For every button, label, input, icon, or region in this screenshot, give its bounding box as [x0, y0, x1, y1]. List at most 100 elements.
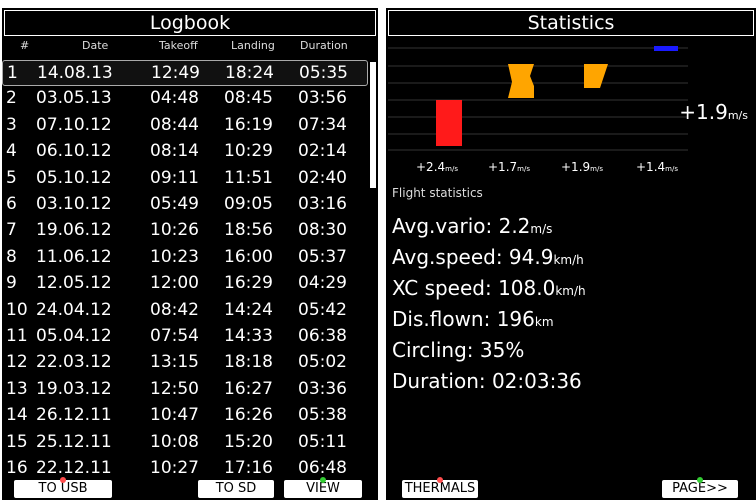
cell-duration: 06:48 — [298, 458, 347, 478]
cell-date: 05.04.12 — [36, 326, 112, 346]
flight-statistics-heading: Flight statistics — [392, 186, 483, 200]
cell-n: 6 — [6, 194, 17, 214]
cell-landing: 16:29 — [224, 273, 273, 294]
table-row[interactable]: 4 06.10.12 08:14 10:29 02:14 — [2, 139, 368, 165]
cell-takeoff: 05:49 — [150, 194, 199, 214]
cell-date: 14.08.13 — [37, 63, 113, 83]
cell-takeoff: 13:15 — [150, 352, 199, 373]
page-button[interactable]: PAGE>> — [662, 477, 738, 498]
cell-n: 7 — [6, 220, 17, 241]
bar-label-2: +1.7m/s — [488, 160, 530, 174]
cell-n: 11 — [6, 326, 28, 346]
cell-n: 4 — [6, 141, 17, 162]
button-indicator — [320, 477, 326, 483]
cell-date: 22.03.12 — [36, 352, 112, 373]
cell-date: 22.12.11 — [36, 458, 112, 478]
cell-date: 05.10.12 — [36, 167, 112, 188]
view-button[interactable]: VIEW — [284, 477, 362, 498]
cell-landing: 14:33 — [224, 326, 273, 346]
cell-takeoff: 08:14 — [150, 141, 199, 162]
cell-landing: 14:24 — [224, 299, 273, 320]
cell-n: 9 — [6, 273, 17, 294]
table-row[interactable]: 6 03.10.12 05:49 09:05 03:16 — [2, 192, 368, 218]
avg-vario: Avg.vario: 2.2m/s — [392, 214, 553, 238]
cell-takeoff: 09:11 — [150, 167, 199, 188]
cell-duration: 07:34 — [298, 114, 347, 135]
cell-date: 24.04.12 — [36, 299, 112, 320]
to-sd-button[interactable]: TO SD — [198, 480, 274, 498]
cell-n: 15 — [6, 431, 28, 452]
current-vario: +1.9m/s — [679, 100, 748, 124]
cell-duration: 03:56 — [298, 88, 347, 109]
cell-duration: 02:40 — [298, 167, 347, 188]
table-row[interactable]: 11 05.04.12 07:54 14:33 06:38 — [2, 324, 368, 350]
table-row[interactable]: 12 22.03.12 13:15 18:18 05:02 — [2, 350, 368, 376]
duration: Duration: 02:03:36 — [392, 369, 582, 393]
bar-label-4: +1.4m/s — [636, 160, 678, 174]
table-row[interactable]: 14 26.12.11 10:47 16:26 05:38 — [2, 403, 368, 429]
cell-n: 13 — [6, 378, 28, 399]
cell-date: 06.10.12 — [36, 141, 112, 162]
cell-date: 03.05.13 — [36, 88, 112, 109]
button-indicator — [437, 477, 443, 483]
cell-takeoff: 12:00 — [150, 273, 199, 294]
cell-date: 19.03.12 — [36, 378, 112, 399]
cell-duration: 08:30 — [298, 220, 347, 241]
to-usb-button[interactable]: TO USB — [14, 477, 112, 498]
cell-n: 12 — [6, 352, 28, 373]
thermal-chart — [388, 46, 688, 151]
table-row[interactable]: 2 03.05.13 04:48 08:45 03:56 — [2, 86, 368, 112]
cell-takeoff: 08:42 — [150, 299, 199, 320]
table-row[interactable]: 7 19.06.12 10:26 18:56 08:30 — [2, 218, 368, 244]
cell-duration: 02:14 — [298, 141, 347, 162]
cell-landing: 18:18 — [224, 352, 273, 373]
col-date: Date — [82, 39, 109, 52]
cell-n: 5 — [6, 167, 17, 188]
cell-takeoff: 07:54 — [150, 326, 199, 346]
col-landing: Landing — [231, 39, 275, 52]
col-number: # — [20, 39, 30, 52]
cell-n: 2 — [6, 88, 17, 109]
climb-bar-4 — [654, 46, 678, 51]
cell-landing: 11:51 — [224, 167, 273, 188]
table-row[interactable]: 3 07.10.12 08:44 16:19 07:34 — [2, 113, 368, 139]
cell-takeoff: 12:49 — [151, 63, 200, 83]
grid-lines — [388, 47, 688, 151]
scrollbar[interactable] — [370, 62, 376, 188]
bar-labels: +2.4m/s +1.7m/s +1.9m/s +1.4m/s — [386, 160, 686, 176]
cell-n: 10 — [6, 299, 28, 320]
climb-bar-3 — [584, 64, 608, 88]
table-row[interactable]: 15 25.12.11 10:08 15:20 05:11 — [2, 430, 368, 456]
cell-n: 14 — [6, 405, 28, 426]
cell-landing: 16:00 — [224, 246, 273, 267]
cell-n: 1 — [7, 63, 18, 83]
col-takeoff: Takeoff — [159, 39, 198, 52]
cell-date: 26.12.11 — [36, 405, 112, 426]
circling: Circling: 35% — [392, 338, 525, 362]
table-row[interactable]: 5 05.10.12 09:11 11:51 02:40 — [2, 166, 368, 192]
table-row[interactable]: 10 24.04.12 08:42 14:24 05:42 — [2, 298, 368, 324]
cell-takeoff: 04:48 — [150, 88, 199, 109]
cell-takeoff: 10:23 — [150, 246, 199, 267]
cell-landing: 09:05 — [224, 194, 273, 214]
logbook-panel: Logbook # Date Takeoff Landing Duration … — [2, 8, 378, 500]
cell-duration: 05:37 — [298, 246, 347, 267]
table-row[interactable]: 1 14.08.13 12:49 18:24 05:35 — [2, 60, 368, 86]
cell-landing: 15:20 — [224, 431, 273, 452]
cell-landing: 17:16 — [224, 458, 273, 478]
cell-takeoff: 10:08 — [150, 431, 199, 452]
table-row[interactable]: 16 22.12.11 10:27 17:16 06:48 — [2, 456, 368, 482]
cell-landing: 16:27 — [224, 378, 273, 399]
cell-takeoff: 12:50 — [150, 378, 199, 399]
table-row[interactable]: 9 12.05.12 12:00 16:29 04:29 — [2, 271, 368, 297]
cell-duration: 05:02 — [298, 352, 347, 373]
table-row[interactable]: 13 19.03.12 12:50 16:27 03:36 — [2, 377, 368, 403]
logbook-title: Logbook — [4, 10, 376, 36]
logbook-titlebar: Logbook — [4, 10, 376, 36]
thermals-button[interactable]: THERMALS — [402, 477, 478, 498]
cell-landing: 18:24 — [225, 63, 274, 83]
cell-date: 07.10.12 — [36, 114, 112, 135]
cell-duration: 03:36 — [298, 378, 347, 399]
cell-date: 19.06.12 — [36, 220, 112, 241]
table-row[interactable]: 8 11.06.12 10:23 16:00 05:37 — [2, 245, 368, 271]
